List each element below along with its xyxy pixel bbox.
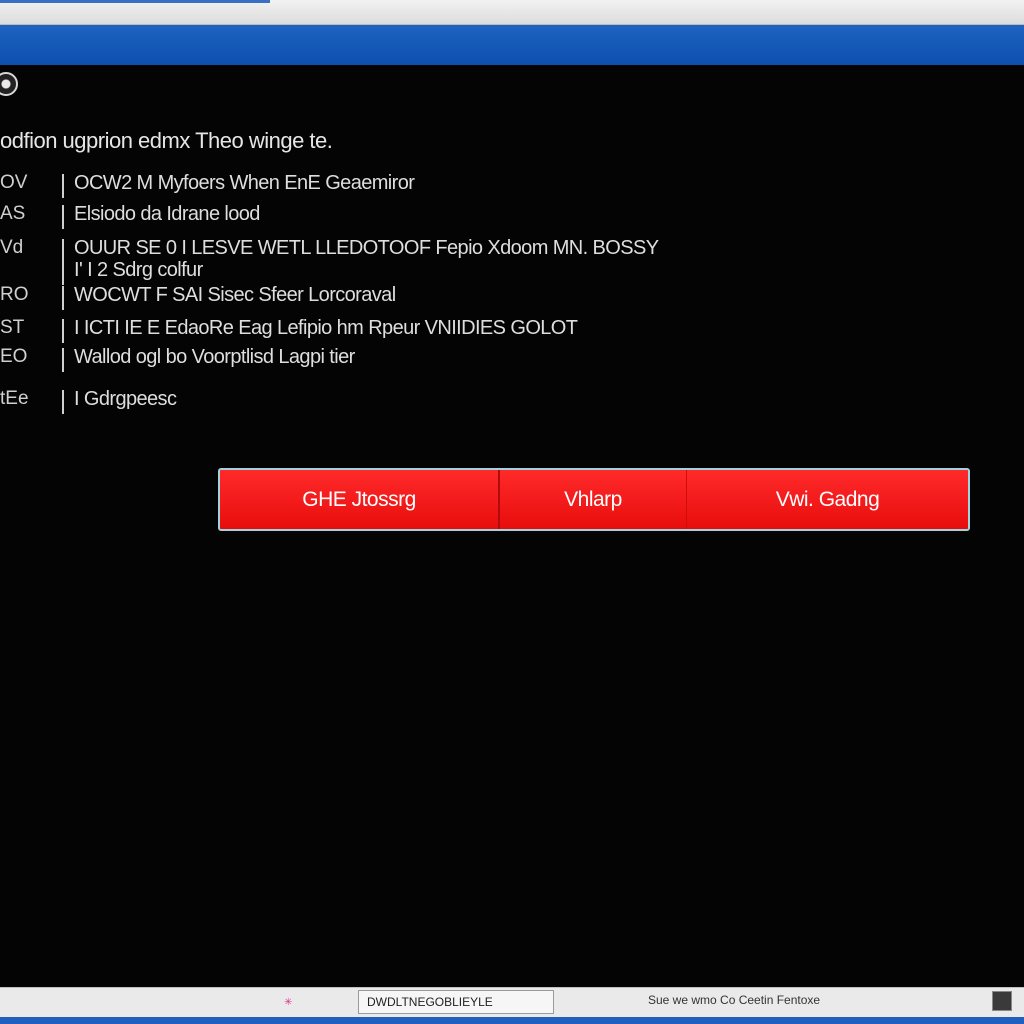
- row-key: EO: [0, 346, 28, 367]
- row-key: Vd: [0, 237, 24, 258]
- row-divider: [62, 205, 64, 229]
- row-text: Elsiodo da Idrane lood: [74, 203, 260, 225]
- action-button-3[interactable]: Vwi. Gadng: [687, 470, 968, 529]
- row-divider: [62, 174, 64, 198]
- row-divider: [62, 348, 64, 372]
- row-divider: [62, 286, 64, 310]
- row-key: tEe: [0, 388, 29, 409]
- action-button-group: GHE Jtossrg Vhlarp Vwi. Gadng: [218, 468, 970, 531]
- browser-top-bar: [0, 0, 1024, 25]
- row-text: OCW2 M Myfoers When EnE Geaemiror: [74, 172, 415, 194]
- taskbar: ✳ DWDLTNEGOBLIEYLE Sue we wmo Co Ceetin …: [0, 987, 1024, 1024]
- tray-text: Sue we wmo Co Ceetin Fentoxe: [648, 993, 821, 1007]
- window-title-bar[interactable]: [0, 25, 1024, 65]
- active-tab-indicator[interactable]: [0, 0, 270, 3]
- row-text: WOCWT F SAI Sisec Sfeer Lorcoraval: [74, 284, 396, 306]
- action-button-1[interactable]: GHE Jtossrg: [220, 470, 500, 529]
- action-button-2[interactable]: Vhlarp: [500, 470, 687, 529]
- row-divider: [62, 319, 64, 343]
- row-divider: [62, 239, 64, 263]
- row-text: Wallod ogl bo Voorptlisd Lagpi tier: [74, 346, 355, 368]
- taskbar-window-button[interactable]: DWDLTNEGOBLIEYLE: [358, 990, 554, 1014]
- row-divider: [62, 390, 64, 414]
- tray-icon[interactable]: [992, 991, 1012, 1011]
- row-key: AS: [0, 203, 26, 224]
- row-text: OUUR SE 0 I LESVE WETL LLEDOTOOF Fepio X…: [74, 237, 659, 259]
- taskbar-strip: [0, 1017, 1024, 1024]
- row-key: RO: [0, 284, 29, 305]
- row-text: I' I 2 Sdrg colfur: [74, 259, 203, 281]
- console-heading: odfion ugprion edmx Theo winge te.: [0, 128, 333, 153]
- screen: odfion ugprion edmx Theo winge te. OV OC…: [0, 0, 1024, 1024]
- sparkle-icon[interactable]: ✳: [284, 998, 294, 1008]
- row-key: OV: [0, 172, 28, 193]
- row-text: I Gdrgpeesc: [74, 388, 177, 410]
- row-text: I ICTI IE E EdaoRe Eag Lefipio hm Rpeur …: [74, 317, 578, 339]
- row-key: ST: [0, 317, 25, 338]
- row-divider: [62, 261, 64, 285]
